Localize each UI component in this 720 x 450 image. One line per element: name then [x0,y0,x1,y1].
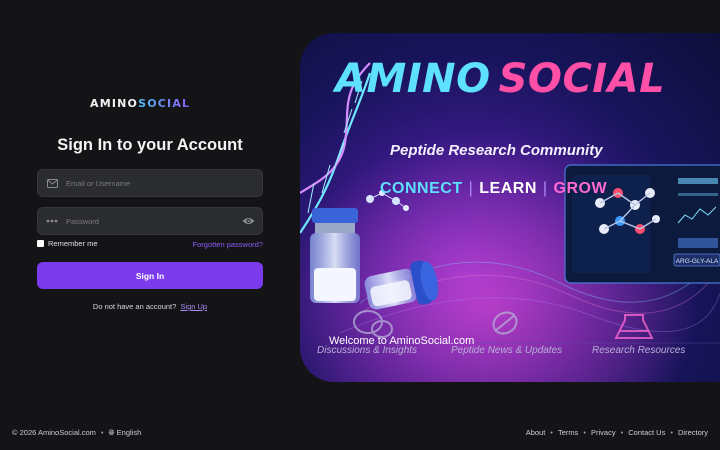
email-input[interactable] [66,178,262,188]
banner-welcome: Welcome to AminoSocial.com [329,335,475,347]
sign-in-button[interactable]: Sign In [37,262,263,289]
footer-links: About • Terms • Privacy • Contact Us • Directory [525,428,708,437]
signup-prompt: Do not have an account? Sign Up [37,302,263,311]
brand-logo: AMINOSOCIAL [90,97,190,110]
feature-resources: Research Resources [592,345,686,356]
tag-connect: CONNECT [380,180,463,197]
promo-banner: ARG-GLY-ALA AMINO SOCIAL Peptide Research… [300,33,720,382]
footer-link-terms[interactable]: Terms [558,428,578,437]
banner-subtitle: Peptide Research Community [390,142,603,159]
eye-icon[interactable] [234,217,262,225]
copyright: © 2026 AminoSocial.com [12,428,96,437]
password-dots-icon [38,219,66,223]
remember-checkbox[interactable] [37,240,44,247]
footer-link-privacy[interactable]: Privacy [591,428,616,437]
screen-label: ARG-GLY-ALA [676,258,719,265]
forgot-password-link[interactable]: Forgotten password? [193,240,263,249]
password-input[interactable] [66,216,234,226]
remember-label: Remember me [48,239,98,248]
footer-link-contact[interactable]: Contact Us [628,428,665,437]
globe-icon: 🌐︎ [108,428,115,437]
sign-up-link[interactable]: Sign Up [180,302,207,311]
banner-title-part1: AMINO [335,56,491,102]
brand-logo-part1: AMINO [90,97,139,110]
tag-grow: GROW [553,180,608,197]
language-label: English [116,428,142,437]
no-account-text: Do not have an account? [92,302,177,311]
footer-link-about[interactable]: About [526,428,546,437]
remember-me[interactable]: Remember me [37,239,98,248]
email-field[interactable] [37,169,263,197]
footer-link-directory[interactable]: Directory [678,428,708,437]
tag-learn: LEARN [479,180,537,197]
password-field[interactable] [37,207,263,235]
footer-left: © 2026 AminoSocial.com • 🌐︎ English [12,428,142,437]
banner-title: AMINO SOCIAL [335,56,665,102]
page-title: Sign In to your Account [57,136,243,154]
banner-tagline: CONNECT | LEARN | GROW [380,180,608,197]
mail-icon [38,178,66,188]
brand-logo-part2: SOCIAL [138,97,191,110]
banner-title-part2: SOCIAL [498,56,666,102]
language-selector[interactable]: 🌐︎ English [109,428,142,437]
